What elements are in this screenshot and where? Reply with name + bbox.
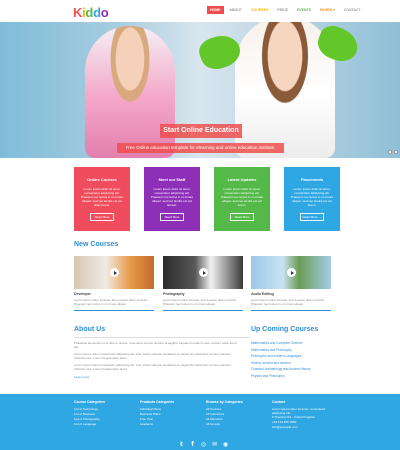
nav-about[interactable]: ABOUT bbox=[227, 6, 245, 14]
about-paragraph: Lorem ipsum dolor consectetur adipiscing… bbox=[74, 363, 231, 371]
read-more-button[interactable]: Read More bbox=[90, 213, 114, 221]
course-thumbnail[interactable] bbox=[251, 256, 331, 289]
slider-dots bbox=[388, 150, 398, 154]
header: Kiddo HOME ABOUT COURSES PRICE EVENTS PA… bbox=[0, 0, 400, 22]
play-icon[interactable] bbox=[199, 268, 208, 277]
read-more-button[interactable]: Read More bbox=[160, 213, 184, 221]
feature-boxes: Online Courses Lorem ipsum dolor sit ame… bbox=[74, 167, 340, 231]
footer-col-title: Products Categories bbox=[140, 400, 175, 404]
upcoming-item[interactable]: Physics and Philosophy bbox=[251, 373, 331, 380]
nav-courses[interactable]: COURSES bbox=[248, 6, 271, 14]
footer-col-contact: Contact Lorem ipsum dolor sit amet, cons… bbox=[272, 400, 332, 430]
hero-cta-button[interactable]: Start Online Education bbox=[160, 124, 242, 138]
course-name: Developer bbox=[74, 292, 91, 296]
page: Kiddo HOME ABOUT COURSES PRICE EVENTS PA… bbox=[0, 0, 400, 450]
learn-more-link[interactable]: Learn more bbox=[74, 375, 89, 379]
course-card-photography[interactable]: Photography Lorem ipsum dolor sit amet, … bbox=[163, 256, 243, 311]
github-icon[interactable]: ◉ bbox=[222, 441, 229, 448]
slider-dot[interactable] bbox=[394, 150, 398, 154]
nav-home[interactable]: HOME bbox=[207, 6, 224, 14]
course-text: Lorem ipsum dolor sit amet, lorem ipsum … bbox=[74, 298, 148, 306]
course-name: Photography bbox=[163, 292, 185, 296]
about-paragraph: Lorem ipsum dolor consectetur adipiscing… bbox=[74, 352, 231, 360]
footer-contact-email[interactable]: info@example.com bbox=[272, 425, 332, 430]
hero-child-left bbox=[85, 26, 175, 158]
box-online-courses: Online Courses Lorem ipsum dolor sit ame… bbox=[74, 167, 130, 231]
course-underline bbox=[74, 310, 154, 311]
social-links: t f ◎ ✉ ◉ bbox=[178, 441, 229, 448]
box-text: Lorem ipsum dolor sit amet, consectetur … bbox=[290, 187, 334, 207]
main-nav: HOME ABOUT COURSES PRICE EVENTS PAGES ▾ … bbox=[207, 6, 364, 14]
footer-col-products-categories: Products Categories Individual Plans Bus… bbox=[140, 400, 200, 427]
footer-link[interactable]: All Groups bbox=[206, 422, 266, 427]
course-text: Lorem ipsum dolor sit amet, lorem ipsum … bbox=[251, 298, 325, 306]
box-meet-staff: Meet our Staff Lorem ipsum dolor sit ame… bbox=[144, 167, 200, 231]
nav-price[interactable]: PRICE bbox=[274, 6, 291, 14]
hero-subtitle: Free Online education template for elear… bbox=[117, 143, 284, 153]
footer-link[interactable]: List of Language bbox=[74, 422, 134, 427]
box-title: Placements bbox=[300, 177, 324, 182]
course-text: Lorem ipsum dolor sit amet, lorem ipsum … bbox=[163, 298, 237, 306]
dribbble-icon[interactable]: ◎ bbox=[200, 441, 207, 448]
upcoming-title: Up Coming Courses bbox=[251, 326, 319, 333]
box-title: Latest Updates bbox=[227, 177, 257, 182]
footer-col-browse-categories: Browse by Categories All Courses All Ins… bbox=[206, 400, 266, 427]
mail-icon[interactable]: ✉ bbox=[211, 441, 218, 448]
course-thumbnail[interactable] bbox=[163, 256, 243, 289]
footer-col-title: Course Categories bbox=[74, 400, 106, 404]
facebook-icon[interactable]: f bbox=[189, 441, 196, 448]
upcoming-list: Mathematics and Computer Science Mathema… bbox=[251, 340, 331, 379]
box-text: Lorem ipsum dolor sit amet, consectetur … bbox=[220, 187, 264, 207]
footer-contact-text: Lorem ipsum dolor sit amet, consectetur … bbox=[272, 407, 326, 415]
slider-dot[interactable] bbox=[388, 150, 392, 154]
nav-contact[interactable]: CONTACT bbox=[341, 6, 364, 14]
box-placements: Placements Lorem ipsum dolor sit amet, c… bbox=[284, 167, 340, 231]
box-title: Meet our Staff bbox=[158, 177, 186, 182]
nav-pages[interactable]: PAGES ▾ bbox=[317, 6, 338, 14]
course-card-audio-editing[interactable]: Audio Editing Lorem ipsum dolor sit amet… bbox=[251, 256, 331, 311]
play-icon[interactable] bbox=[287, 268, 296, 277]
site-logo[interactable]: Kiddo bbox=[73, 5, 109, 20]
footer-col-title: Contact bbox=[272, 400, 286, 404]
footer-col-course-categories: Course Categories List of Technology Lis… bbox=[74, 400, 134, 427]
course-thumbnail[interactable] bbox=[74, 256, 154, 289]
course-underline bbox=[163, 310, 243, 311]
new-courses-title: New Courses bbox=[74, 241, 119, 248]
box-title: Online Courses bbox=[87, 177, 117, 182]
course-underline bbox=[251, 310, 331, 311]
about-title: About Us bbox=[74, 326, 106, 333]
box-latest-updates: Latest Updates Lorem ipsum dolor sit ame… bbox=[214, 167, 270, 231]
read-more-button[interactable]: Read More bbox=[230, 213, 254, 221]
box-text: Lorem ipsum dolor sit amet, consectetur … bbox=[150, 187, 194, 207]
play-icon[interactable] bbox=[110, 268, 119, 277]
nav-events[interactable]: EVENTS bbox=[294, 6, 314, 14]
box-text: Lorem ipsum dolor sit amet, consectetur … bbox=[80, 187, 124, 207]
footer-link[interactable]: Academic bbox=[140, 422, 200, 427]
course-card-developer[interactable]: Developer Lorem ipsum dolor sit amet, lo… bbox=[74, 256, 154, 311]
twitter-icon[interactable]: t bbox=[178, 441, 185, 448]
about-divider bbox=[74, 337, 249, 338]
course-name: Audio Editing bbox=[251, 292, 274, 296]
about-paragraph: Phasellus elementum nisl odio et ornare.… bbox=[74, 341, 238, 349]
read-more-button[interactable]: Read More → bbox=[300, 213, 324, 221]
footer-col-title: Browse by Categories bbox=[206, 400, 243, 404]
